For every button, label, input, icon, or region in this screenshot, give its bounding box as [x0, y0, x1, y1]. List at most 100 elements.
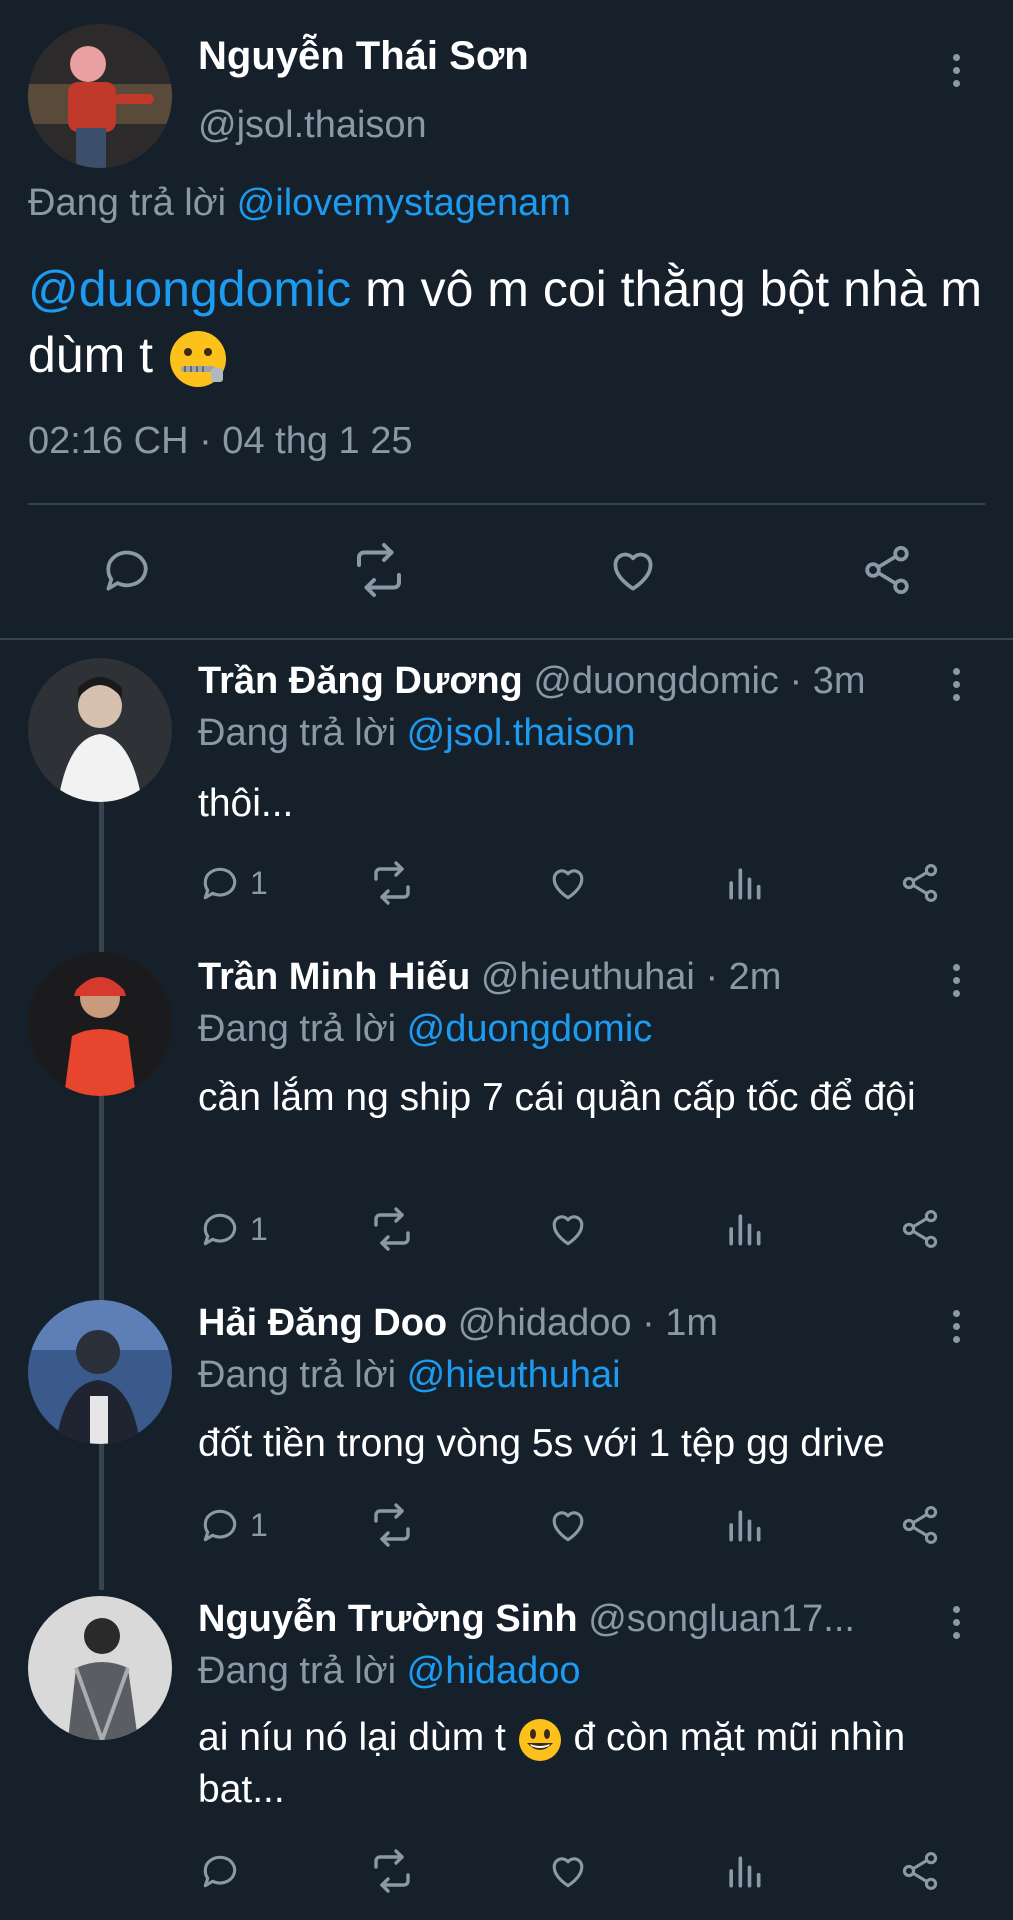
retweet-icon — [374, 1849, 410, 1893]
heart-icon — [552, 1215, 584, 1246]
reply-2-avatar[interactable] — [28, 952, 172, 1096]
like-button[interactable] — [546, 1204, 590, 1254]
smiley-emoji-icon — [517, 1717, 563, 1763]
reply-3-time: · 1m — [642, 1302, 719, 1344]
like-button[interactable] — [546, 1500, 590, 1550]
heart-icon — [552, 1857, 584, 1888]
reply-2-text: cần lắm ng ship 7 cái quần cấp tốc để độ… — [198, 1076, 916, 1119]
reply-4-header: Nguyễn Trường Sinh @songluan17... — [198, 1598, 918, 1641]
retweet-button[interactable] — [368, 1204, 416, 1254]
main-tweet-text: @duongdomic m vô m coi thằng bột nhà m d… — [28, 256, 988, 390]
reply-3-avatar[interactable] — [28, 1300, 172, 1444]
more-options-icon[interactable] — [946, 54, 966, 87]
reply-4-author-handle[interactable]: @songluan17... — [588, 1598, 855, 1640]
reply-button[interactable] — [198, 1846, 242, 1896]
reply-1-time: · 3m — [789, 660, 866, 702]
retweet-button[interactable] — [368, 1846, 416, 1896]
reply-count: 1 — [250, 1210, 268, 1247]
reply-button[interactable]: 1 — [198, 1204, 268, 1254]
reply-count: 1 — [250, 864, 268, 901]
mention-link[interactable]: @duongdomic — [28, 261, 351, 317]
retweet-icon — [374, 1207, 410, 1251]
comment-icon — [203, 1213, 237, 1246]
reply-4-text: ai níu nó lại dùm t đ còn mặt mũi nhìn b… — [198, 1712, 988, 1816]
retweet-button[interactable] — [368, 1500, 416, 1550]
replying-to-link[interactable]: @jsol.thaison — [407, 712, 636, 754]
share-button[interactable] — [898, 1846, 942, 1896]
replying-to-link[interactable]: @hidadoo — [407, 1650, 581, 1692]
analytics-icon — [729, 868, 761, 900]
reply-4-avatar[interactable] — [28, 1596, 172, 1740]
reply-4-text-start: ai níu nó lại dùm t — [198, 1716, 517, 1759]
share-icon — [865, 545, 909, 595]
replying-label: Đang trả lời — [198, 1650, 397, 1692]
retweet-button[interactable] — [344, 535, 414, 605]
replying-to-link[interactable]: @duongdomic — [407, 1008, 653, 1050]
reply-3-replying-to: Đang trả lời @hieuthuhai — [198, 1354, 621, 1397]
analytics-button[interactable] — [722, 1500, 766, 1550]
share-button[interactable] — [852, 535, 922, 605]
share-button[interactable] — [898, 1500, 942, 1550]
replying-to-link[interactable]: @hieuthuhai — [407, 1354, 621, 1396]
share-button[interactable] — [898, 858, 942, 908]
reply-2-header: Trần Minh Hiếu @hieuthuhai · 2m — [198, 956, 918, 999]
reply-3-actions: 1 — [198, 1500, 978, 1550]
comment-icon — [203, 1855, 237, 1888]
thread-connector-line — [99, 800, 104, 1590]
replying-label: Đang trả lời — [28, 182, 227, 224]
reply-3-more-icon[interactable] — [946, 1310, 966, 1343]
like-button[interactable] — [546, 858, 590, 908]
thread-divider — [0, 638, 1013, 640]
reply-2-author-handle[interactable]: @hieuthuhai — [481, 956, 695, 998]
reply-3-header: Hải Đăng Doo @hidadoo · 1m — [198, 1302, 918, 1345]
reply-4-author-name[interactable]: Nguyễn Trường Sinh — [198, 1598, 578, 1640]
analytics-button[interactable] — [722, 1846, 766, 1896]
reply-2-replying-to: Đang trả lời @duongdomic — [198, 1008, 652, 1051]
main-replying-to-line: Đang trả lời @ilovemystagenam — [28, 182, 571, 225]
main-author-handle[interactable]: @jsol.thaison — [198, 104, 427, 147]
main-author-name[interactable]: Nguyễn Thái Sơn — [198, 34, 529, 79]
analytics-button[interactable] — [722, 858, 766, 908]
share-icon — [902, 1506, 938, 1544]
replying-label: Đang trả lời — [198, 1008, 397, 1050]
share-icon — [902, 1852, 938, 1890]
heart-icon — [552, 869, 584, 900]
zipper-mouth-emoji-icon — [167, 328, 229, 390]
retweet-button[interactable] — [368, 858, 416, 908]
reply-4-more-icon[interactable] — [946, 1606, 966, 1639]
main-tweet-timestamp[interactable]: 02:16 CH · 04 thg 1 25 — [28, 420, 412, 463]
retweet-icon — [374, 1503, 410, 1547]
reply-1-author-handle[interactable]: @duongdomic — [533, 660, 779, 702]
main-author-avatar[interactable] — [28, 24, 172, 168]
reply-button[interactable]: 1 — [198, 858, 268, 908]
comment-icon — [203, 1509, 237, 1542]
like-button[interactable] — [598, 535, 668, 605]
reply-1-more-icon[interactable] — [946, 668, 966, 701]
reply-count: 1 — [250, 1506, 268, 1543]
replying-to-link[interactable]: @ilovemystagenam — [237, 182, 571, 224]
like-button[interactable] — [546, 1846, 590, 1896]
heart-icon — [552, 1511, 584, 1542]
replying-label: Đang trả lời — [198, 712, 397, 754]
comment-icon — [203, 867, 237, 900]
reply-1-header: Trần Đăng Dương @duongdomic · 3m — [198, 660, 918, 703]
reply-1-text: thôi... — [198, 782, 294, 825]
reply-1-author-name[interactable]: Trần Đăng Dương — [198, 660, 523, 702]
analytics-button[interactable] — [722, 1204, 766, 1254]
reply-2-author-name[interactable]: Trần Minh Hiếu — [198, 956, 470, 998]
reply-2-more-icon[interactable] — [946, 964, 966, 997]
reply-3-author-name[interactable]: Hải Đăng Doo — [198, 1302, 447, 1344]
reply-3-text: đốt tiền trong vòng 5s với 1 tệp gg driv… — [198, 1422, 885, 1465]
analytics-icon — [729, 1856, 761, 1888]
share-button[interactable] — [898, 1204, 942, 1254]
reply-button[interactable]: 1 — [198, 1500, 268, 1550]
analytics-icon — [729, 1214, 761, 1246]
reply-1-replying-to: Đang trả lời @jsol.thaison — [198, 712, 635, 755]
reply-button[interactable] — [92, 535, 162, 605]
replying-label: Đang trả lời — [198, 1354, 397, 1396]
reply-3-author-handle[interactable]: @hidadoo — [458, 1302, 632, 1344]
reply-2-time: · 2m — [705, 956, 782, 998]
reply-4-replying-to: Đang trả lời @hidadoo — [198, 1650, 581, 1693]
retweet-icon — [357, 543, 401, 597]
reply-1-avatar[interactable] — [28, 658, 172, 802]
